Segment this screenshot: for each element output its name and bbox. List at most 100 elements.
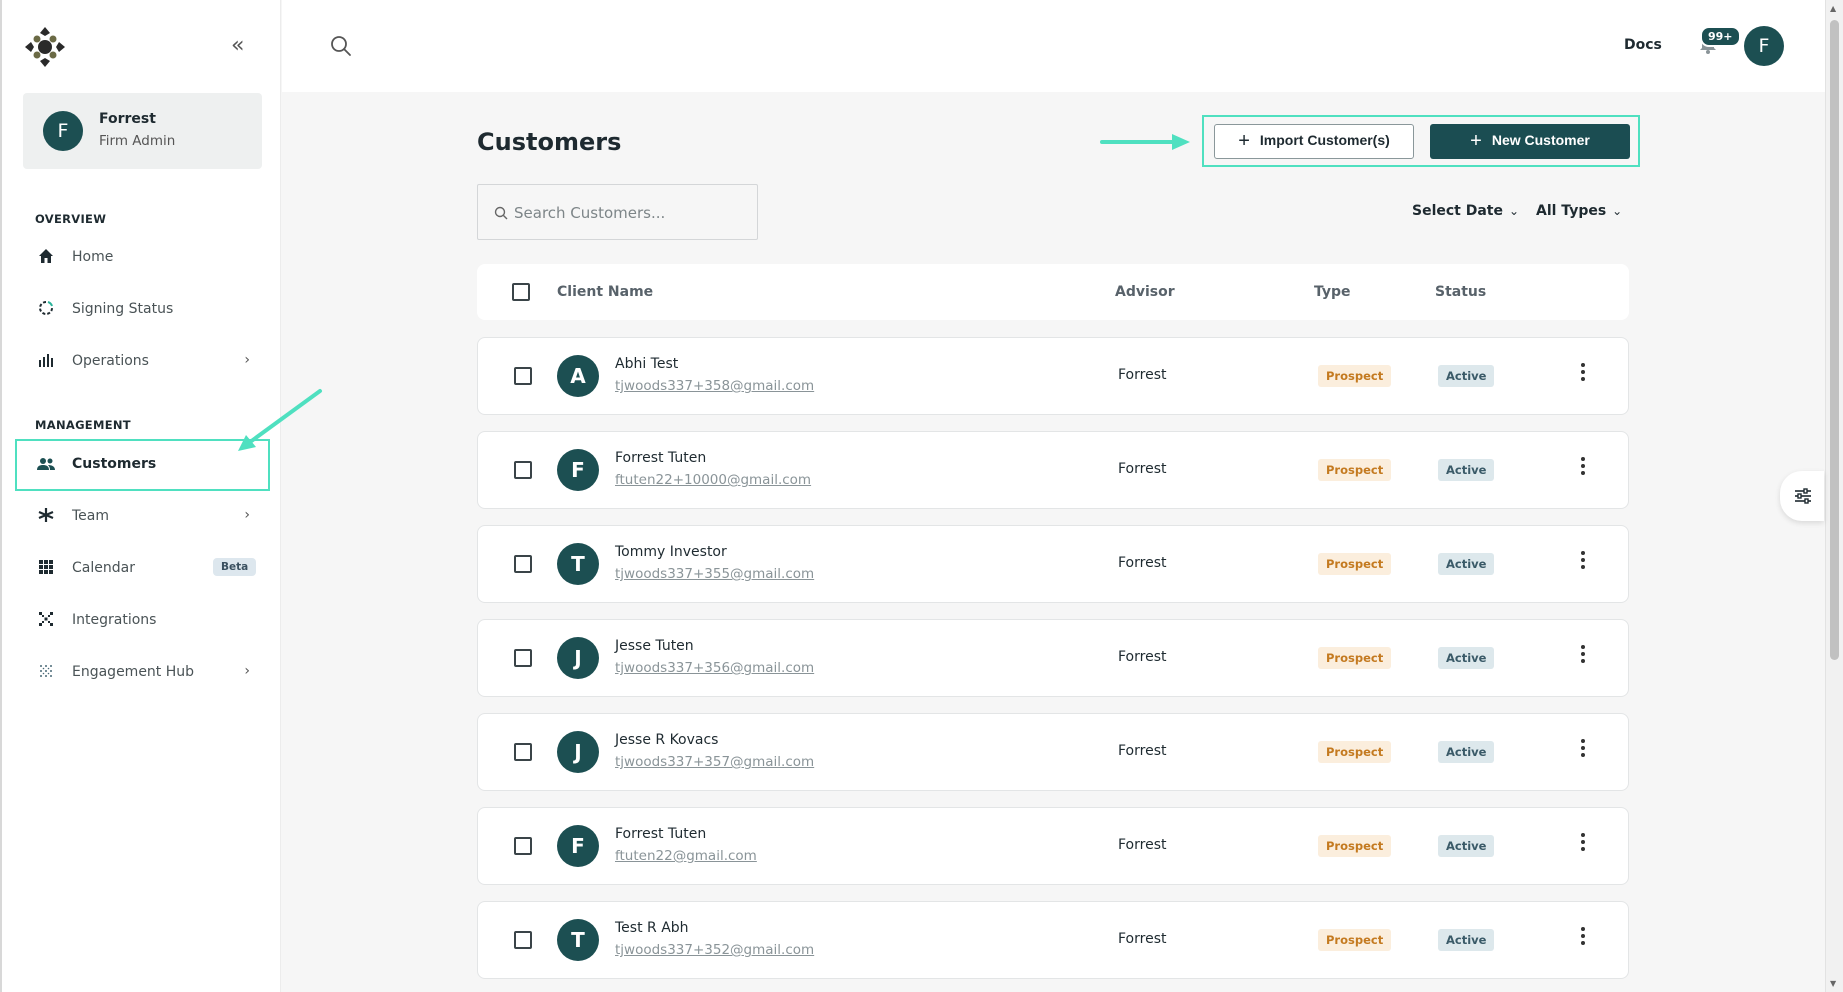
- sidebar-item-label: Team: [72, 508, 110, 524]
- customers-icon: [37, 456, 55, 474]
- type-badge: Prospect: [1318, 647, 1392, 669]
- advisor: Forrest: [1118, 931, 1167, 947]
- more-options-icon[interactable]: [1573, 548, 1593, 580]
- search-icon[interactable]: [330, 35, 352, 57]
- row-checkbox[interactable]: [514, 461, 532, 479]
- more-options-icon[interactable]: [1573, 736, 1593, 768]
- sidebar-item-label: Home: [72, 249, 114, 265]
- import-customers-button[interactable]: + Import Customer(s): [1214, 124, 1414, 159]
- all-types-dropdown[interactable]: All Types ⌄: [1536, 203, 1622, 219]
- section-label-management: MANAGEMENT: [35, 418, 131, 432]
- column-header-status[interactable]: Status: [1435, 284, 1486, 300]
- client-email[interactable]: tjwoods337+355@gmail.com: [615, 566, 814, 582]
- table-row[interactable]: J Jesse R Kovacs tjwoods337+357@gmail.co…: [477, 713, 1629, 791]
- column-header-type[interactable]: Type: [1314, 284, 1351, 300]
- team-icon: [37, 507, 55, 525]
- new-customer-button[interactable]: + New Customer: [1430, 124, 1630, 159]
- chevron-right-icon: ›: [244, 663, 250, 679]
- table-row[interactable]: F Forrest Tuten ftuten22@gmail.com Forre…: [477, 807, 1629, 885]
- avatar: J: [557, 731, 599, 773]
- sidebar-item-calendar[interactable]: Calendar Beta: [15, 543, 270, 595]
- more-options-icon[interactable]: [1573, 454, 1593, 486]
- client-name: Forrest Tuten: [615, 450, 707, 466]
- sidebar-item-label: Integrations: [72, 612, 157, 628]
- avatar: J: [557, 637, 599, 679]
- new-customer-label: New Customer: [1491, 132, 1590, 148]
- chevron-right-icon: ›: [244, 352, 250, 368]
- annotation-arrow: [238, 389, 322, 451]
- search-field[interactable]: [477, 184, 758, 240]
- table-row[interactable]: J Jesse Tuten tjwoods337+356@gmail.com F…: [477, 619, 1629, 697]
- scroll-down-icon[interactable]: ▼: [1830, 979, 1836, 988]
- page-title: Customers: [477, 128, 622, 156]
- client-email[interactable]: tjwoods337+352@gmail.com: [615, 942, 814, 958]
- table-header: Client Name Advisor Type Status: [477, 264, 1629, 320]
- row-checkbox[interactable]: [514, 555, 532, 573]
- column-header-client-name[interactable]: Client Name: [557, 284, 653, 300]
- table-row[interactable]: T Tommy Investor tjwoods337+355@gmail.co…: [477, 525, 1629, 603]
- advisor: Forrest: [1118, 461, 1167, 477]
- client-email[interactable]: tjwoods337+357@gmail.com: [615, 754, 814, 770]
- more-options-icon[interactable]: [1573, 360, 1593, 392]
- sidebar-item-label: Customers: [72, 456, 157, 472]
- home-icon: [37, 248, 55, 266]
- client-email[interactable]: ftuten22@gmail.com: [615, 848, 757, 864]
- sidebar-item-operations[interactable]: Operations ›: [15, 336, 270, 388]
- advisor: Forrest: [1118, 743, 1167, 759]
- status-badge: Active: [1438, 365, 1495, 387]
- client-name: Tommy Investor: [615, 544, 727, 560]
- operations-icon: [37, 352, 55, 370]
- row-checkbox[interactable]: [514, 931, 532, 949]
- row-checkbox[interactable]: [514, 367, 532, 385]
- row-checkbox[interactable]: [514, 649, 532, 667]
- table-row[interactable]: T Test R Abh tjwoods337+352@gmail.com Fo…: [477, 901, 1629, 979]
- advisor: Forrest: [1118, 649, 1167, 665]
- search-input[interactable]: [514, 199, 744, 227]
- scrollbar[interactable]: ▲ ▼: [1825, 0, 1843, 992]
- type-badge: Prospect: [1318, 365, 1392, 387]
- integrations-icon: [37, 611, 55, 629]
- column-header-advisor[interactable]: Advisor: [1115, 284, 1175, 300]
- collapse-sidebar-icon[interactable]: «: [231, 35, 251, 57]
- signing-status-icon: [37, 300, 55, 318]
- sidebar-item-label: Operations: [72, 353, 149, 369]
- sidebar-item-signing-status[interactable]: Signing Status: [15, 284, 270, 336]
- status-badge: Active: [1438, 835, 1495, 857]
- type-badge: Prospect: [1318, 835, 1392, 857]
- advisor: Forrest: [1118, 837, 1167, 853]
- avatar[interactable]: F: [1744, 26, 1784, 66]
- client-email[interactable]: ftuten22+10000@gmail.com: [615, 472, 811, 488]
- calendar-icon: [37, 559, 55, 577]
- client-email[interactable]: tjwoods337+358@gmail.com: [615, 378, 814, 394]
- table-row[interactable]: A Abhi Test tjwoods337+358@gmail.com For…: [477, 337, 1629, 415]
- sidebar-item-home[interactable]: Home: [15, 232, 270, 284]
- docs-link[interactable]: Docs: [1624, 37, 1662, 53]
- sidebar-item-integrations[interactable]: Integrations: [15, 595, 270, 647]
- app-logo[interactable]: [22, 24, 68, 70]
- table-row[interactable]: F Forrest Tuten ftuten22+10000@gmail.com…: [477, 431, 1629, 509]
- annotation-arrow: [1100, 134, 1190, 150]
- chevron-down-icon: ⌄: [1509, 204, 1520, 218]
- sidebar-item-label: Calendar: [72, 560, 135, 576]
- client-name: Test R Abh: [615, 920, 689, 936]
- more-options-icon[interactable]: [1573, 924, 1593, 956]
- section-label-overview: OVERVIEW: [35, 212, 107, 226]
- avatar: T: [557, 543, 599, 585]
- scroll-thumb[interactable]: [1830, 20, 1839, 660]
- advisor: Forrest: [1118, 555, 1167, 571]
- scroll-up-icon[interactable]: ▲: [1830, 4, 1836, 13]
- more-options-icon[interactable]: [1573, 642, 1593, 674]
- filter-settings-button[interactable]: [1780, 471, 1824, 521]
- more-options-icon[interactable]: [1573, 830, 1593, 862]
- plus-icon: +: [1238, 130, 1250, 152]
- sidebar-item-engagement-hub[interactable]: Engagement Hub ›: [15, 647, 270, 699]
- user-card[interactable]: F Forrest Firm Admin: [23, 93, 262, 169]
- user-role: Firm Admin: [99, 133, 176, 149]
- row-checkbox[interactable]: [514, 743, 532, 761]
- select-all-checkbox[interactable]: [512, 283, 530, 301]
- select-date-dropdown[interactable]: Select Date ⌄: [1412, 203, 1519, 219]
- sidebar-item-team[interactable]: Team ›: [15, 491, 270, 543]
- row-checkbox[interactable]: [514, 837, 532, 855]
- client-email[interactable]: tjwoods337+356@gmail.com: [615, 660, 814, 676]
- status-badge: Active: [1438, 929, 1495, 951]
